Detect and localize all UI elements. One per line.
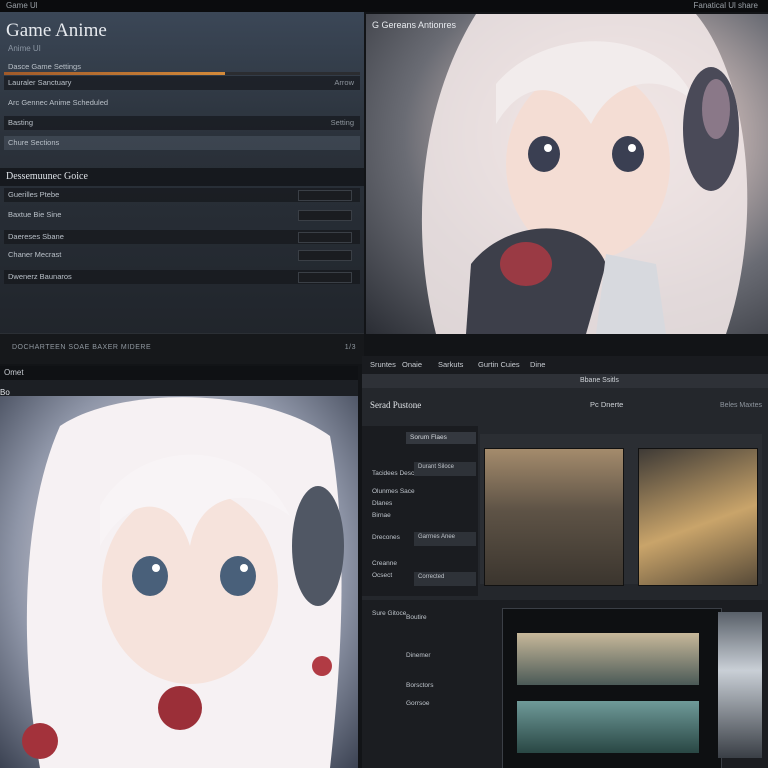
settings-panel: Game Anime Anime UI Dasce Game Settings … <box>0 12 364 364</box>
section-row-0-field[interactable] <box>298 190 352 201</box>
screenshot-2[interactable] <box>638 448 758 586</box>
menu-item-3[interactable]: Birnae <box>372 512 391 519</box>
store-menu: Tacidees Desclite Olunmes Sace Dlanes Bi… <box>362 426 478 596</box>
settings-row-4[interactable]: Chure Sections <box>4 136 360 150</box>
volume-slider[interactable] <box>4 72 360 75</box>
store-lower: Sure Gitoce Boutire Dinemer Borsctors Go… <box>362 600 768 768</box>
menu-item-2[interactable]: Dlanes <box>372 500 392 507</box>
character-artwork-top: G Gereans Antionres <box>366 14 768 334</box>
portrait-illustration <box>22 397 344 768</box>
section-row-3[interactable]: Chaner Mecrast <box>4 248 360 262</box>
menu-item-4[interactable]: Drecones <box>372 534 400 541</box>
lower-item-0[interactable]: Sure Gitoce <box>372 610 406 617</box>
menu-item-1[interactable]: Olunmes Sace <box>372 488 415 495</box>
screenshot-1[interactable] <box>484 448 624 586</box>
window-title-right: Fanatical Ul share <box>693 1 758 10</box>
menu-item-6[interactable]: Ocsect <box>372 572 392 579</box>
panel-footer: DOCHARTEEN SOAE BAXER MIDERE 1/3 <box>0 333 364 364</box>
store-nav: Sruntes Onaie Sarkuts Gurtin Cuies Dine <box>362 356 768 374</box>
menu-box-1[interactable]: Garrnes Anee <box>414 532 476 546</box>
section-row-2[interactable]: Daereses Sbane <box>4 230 360 244</box>
store-section-far[interactable]: Beles Maxtes <box>720 402 762 409</box>
store-page: Sruntes Onaie Sarkuts Gurtin Cuies Dine … <box>362 356 768 768</box>
settings-row-1[interactable]: Lauraler Sanctuary Arrow <box>4 76 360 90</box>
nav-item-2[interactable]: Sarkuts <box>438 360 463 369</box>
panel-title: Game Anime <box>6 20 107 41</box>
section-row-4[interactable]: Dwenerz Baunaros <box>4 270 360 284</box>
section-row-3-field[interactable] <box>298 250 352 261</box>
character-illustration <box>421 14 748 334</box>
footer-page: 1/3 <box>344 344 356 351</box>
settings-row-2[interactable]: Arc Gennec Anime Scheduled <box>4 96 360 110</box>
section-row-2-field[interactable] <box>298 232 352 243</box>
lower-item-4[interactable]: Gorrsoe <box>406 700 429 707</box>
video-player[interactable] <box>502 608 722 768</box>
panel-subtitle: Anime UI <box>8 44 41 53</box>
menu-item-5[interactable]: Creanne <box>372 560 397 567</box>
card-header: Omet <box>0 366 358 380</box>
lower-item-2[interactable]: Dinemer <box>406 652 431 659</box>
character-portrait <box>0 396 358 768</box>
settings-row-3[interactable]: Basting Setting <box>4 116 360 130</box>
subbar-label: Bbane Ssitls <box>580 377 619 384</box>
section-row-1-field[interactable] <box>298 210 352 221</box>
character-card: Omet Bo <box>0 366 358 768</box>
nav-item-4[interactable]: Dine <box>530 360 545 369</box>
nav-item-3[interactable]: Gurtin Cuies <box>478 360 520 369</box>
store-subbar: Bbane Ssitls <box>362 374 768 388</box>
menu-box-2[interactable]: Corrected <box>414 572 476 586</box>
video-clip-1[interactable] <box>517 633 699 685</box>
thumbnail-strip[interactable] <box>718 612 762 758</box>
store-section-title: Serad Pustone <box>370 400 422 410</box>
section-row-0[interactable]: Guerilles Ptebe <box>4 188 360 202</box>
menu-pill[interactable]: Sorum Flaes <box>406 432 476 444</box>
store-section-right: Pc Dnerte <box>590 400 624 409</box>
footer-text: DOCHARTEEN SOAE BAXER MIDERE <box>12 344 152 351</box>
nav-item-0[interactable]: Sruntes <box>370 360 396 369</box>
screenshot-gallery <box>480 434 762 586</box>
window-title-bar: Game Ul Fanatical Ul share <box>0 0 768 12</box>
card-header-title: Omet <box>4 368 24 377</box>
section-row-1[interactable]: Baxtue Bie Sine <box>4 208 360 222</box>
section-header: Dessemuunec Goice <box>0 168 364 186</box>
lower-item-3[interactable]: Borsctors <box>406 682 433 689</box>
section-row-4-field[interactable] <box>298 272 352 283</box>
menu-box-0[interactable]: Durant Siloce <box>414 462 476 476</box>
lower-item-1[interactable]: Boutire <box>406 614 427 621</box>
video-clip-2[interactable] <box>517 701 699 753</box>
nav-item-1[interactable]: Onaie <box>402 360 422 369</box>
window-title: Game Ul <box>6 1 38 10</box>
